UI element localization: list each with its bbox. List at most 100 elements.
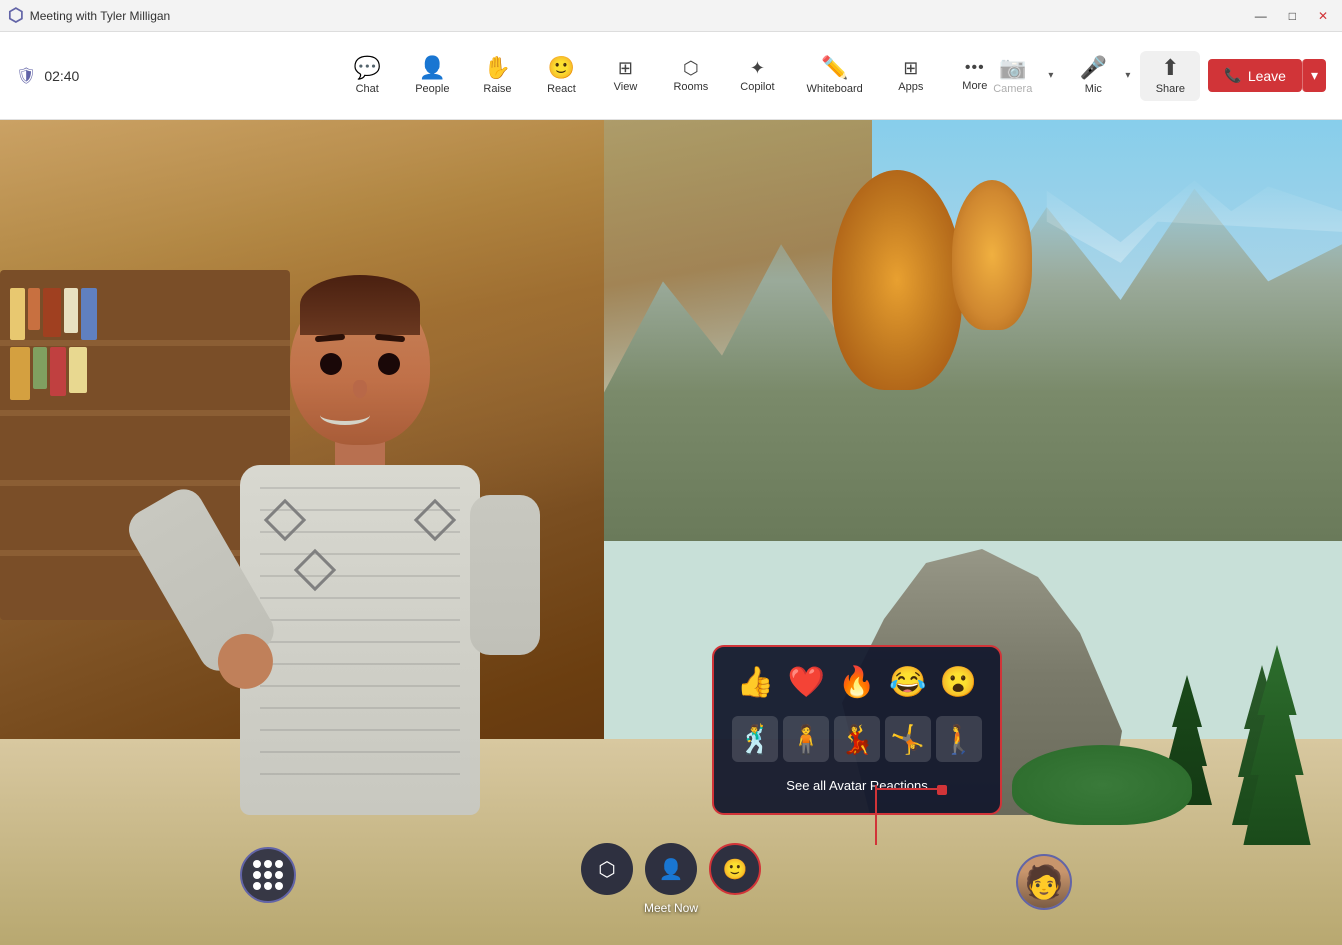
grid-button[interactable] [240, 847, 296, 903]
react-button[interactable]: 🙂 React [531, 51, 591, 101]
titlebar-title: Meeting with Tyler Milligan [30, 9, 171, 23]
avatar-right-arm [470, 495, 540, 655]
chat-label: Chat [356, 83, 379, 95]
toolbar-right: 📷 Camera ▾ 🎤 Mic ▾ ⬆ Share 📞 Leave ▾ [979, 51, 1326, 101]
camera-dropdown-arrow[interactable]: ▾ [1046, 70, 1055, 81]
camera-label: Camera [993, 83, 1032, 95]
bushes [1012, 745, 1192, 825]
leave-btn-group: 📞 Leave ▾ [1208, 59, 1326, 92]
left-eye [320, 353, 342, 375]
camera-button[interactable]: 📷 Camera [979, 51, 1046, 101]
virtual-bg-icon: ⬡ [598, 857, 615, 882]
view-icon: ⊞ [618, 59, 633, 77]
mic-button[interactable]: 🎤 Mic [1063, 51, 1123, 101]
meeting-timer: 02:40 [44, 68, 79, 84]
avatar-hair [300, 275, 420, 335]
people-label: People [415, 83, 449, 95]
share-icon: ⬆ [1161, 57, 1179, 79]
close-btn[interactable]: ✕ [1312, 5, 1334, 27]
main-video-area: 👍 ❤️ 🔥 😂 😮 🕺 🧍 💃 🤸 🚶 See all Avatar Reac… [0, 120, 1342, 945]
avatar-poses-row: 🕺 🧍 💃 🤸 🚶 [730, 716, 984, 762]
raise-label: Raise [483, 83, 511, 95]
copilot-label: Copilot [740, 81, 774, 93]
rooms-label: Rooms [673, 81, 708, 93]
grid-dots-icon [253, 860, 283, 890]
user-avatar-img: 🧑 [1024, 863, 1064, 901]
connection-dot [937, 785, 947, 795]
view-button[interactable]: ⊞ View [595, 53, 655, 99]
avatar-pose-2[interactable]: 🧍 [783, 716, 829, 762]
emoji-fire[interactable]: 🔥 [834, 661, 879, 704]
avatar-pose-1[interactable]: 🕺 [732, 716, 778, 762]
emoji-wow[interactable]: 😮 [936, 661, 981, 704]
apps-label: Apps [898, 81, 923, 93]
rooms-button[interactable]: ⬡ Rooms [659, 53, 722, 99]
minimize-btn[interactable]: — [1249, 5, 1273, 27]
video-background: 👍 ❤️ 🔥 😂 😮 🕺 🧍 💃 🤸 🚶 See all Avatar Reac… [0, 120, 1342, 945]
reactions-toggle-icon: 🙂 [723, 857, 748, 882]
autumn-tree-1 [832, 170, 962, 390]
apps-icon: ⊞ [903, 59, 918, 77]
mic-dropdown-arrow[interactable]: ▾ [1123, 70, 1132, 81]
copilot-icon: ✦ [750, 59, 765, 77]
share-button[interactable]: ⬆ Share [1140, 51, 1200, 101]
copilot-button[interactable]: ✦ Copilot [726, 53, 788, 99]
avatar-toggle-button[interactable]: 👤 [645, 843, 697, 895]
right-eye [378, 353, 400, 375]
toolbar-left: 🛡 02:40 [16, 66, 79, 86]
camera-icon: 📷 [999, 57, 1026, 79]
toolbar-center: 💬 Chat 👤 People ✋ Raise 🙂 React ⊞ View ⬡… [337, 51, 1005, 101]
raise-button[interactable]: ✋ Raise [467, 51, 527, 101]
avatar-pose-4[interactable]: 🤸 [885, 716, 931, 762]
emoji-heart[interactable]: ❤️ [784, 661, 829, 704]
maximize-btn[interactable]: □ [1283, 5, 1302, 27]
connection-line-vertical [875, 785, 877, 845]
mic-icon: 🎤 [1080, 57, 1107, 79]
chat-icon: 💬 [353, 57, 380, 79]
people-button[interactable]: 👤 People [401, 51, 463, 101]
emoji-laugh[interactable]: 😂 [885, 661, 930, 704]
chat-button[interactable]: 💬 Chat [337, 51, 397, 101]
meet-now-label: Meet Now [644, 901, 698, 915]
leave-button[interactable]: 📞 Leave [1208, 59, 1302, 92]
virtual-bg-button[interactable]: ⬡ [581, 843, 633, 895]
titlebar-left: ⬡ Meeting with Tyler Milligan [8, 5, 170, 26]
avatar-toggle-icon: 👤 [659, 857, 684, 882]
avatar-pose-3[interactable]: 💃 [834, 716, 880, 762]
people-icon: 👤 [419, 57, 446, 79]
titlebar-controls: — □ ✕ [1249, 5, 1334, 27]
raise-icon: ✋ [484, 57, 511, 79]
react-icon: 🙂 [548, 57, 575, 79]
avatar-smile [320, 405, 370, 425]
whiteboard-button[interactable]: ✏️ Whiteboard [793, 51, 877, 101]
whiteboard-label: Whiteboard [807, 83, 863, 95]
whiteboard-icon: ✏️ [821, 57, 848, 79]
avatar-pose-5[interactable]: 🚶 [936, 716, 982, 762]
titlebar: ⬡ Meeting with Tyler Milligan — □ ✕ [0, 0, 1342, 32]
right-brow [375, 334, 405, 343]
leave-phone-icon: 📞 [1224, 67, 1241, 84]
autumn-tree-2 [952, 180, 1032, 330]
avatar-body [240, 465, 480, 815]
mic-btn-group: 🎤 Mic ▾ [1063, 51, 1132, 101]
apps-button[interactable]: ⊞ Apps [881, 53, 941, 99]
share-label: Share [1156, 83, 1185, 95]
see-all-label: See all Avatar Reactions [786, 778, 927, 793]
teams-logo: ⬡ [8, 5, 24, 26]
view-label: View [614, 81, 638, 93]
left-brow [315, 334, 345, 343]
bottom-bar: ⬡ 👤 🙂 [581, 843, 761, 895]
user-avatar-thumbnail[interactable]: 🧑 [1016, 854, 1072, 910]
reactions-popup: 👍 ❤️ 🔥 😂 😮 🕺 🧍 💃 🤸 🚶 See all Avatar Reac… [712, 645, 1002, 815]
avatar-head [290, 285, 430, 445]
toolbar: 🛡 02:40 💬 Chat 👤 People ✋ Raise 🙂 React … [0, 32, 1342, 120]
camera-btn-group: 📷 Camera ▾ [979, 51, 1055, 101]
reactions-toggle-button[interactable]: 🙂 [709, 843, 761, 895]
react-label: React [547, 83, 576, 95]
avatar-character [170, 265, 550, 945]
leave-dropdown-button[interactable]: ▾ [1302, 59, 1326, 92]
leave-label: Leave [1248, 68, 1286, 84]
emoji-thumbsup[interactable]: 👍 [733, 661, 778, 704]
rooms-icon: ⬡ [683, 59, 699, 77]
avatar-nose [353, 380, 367, 398]
